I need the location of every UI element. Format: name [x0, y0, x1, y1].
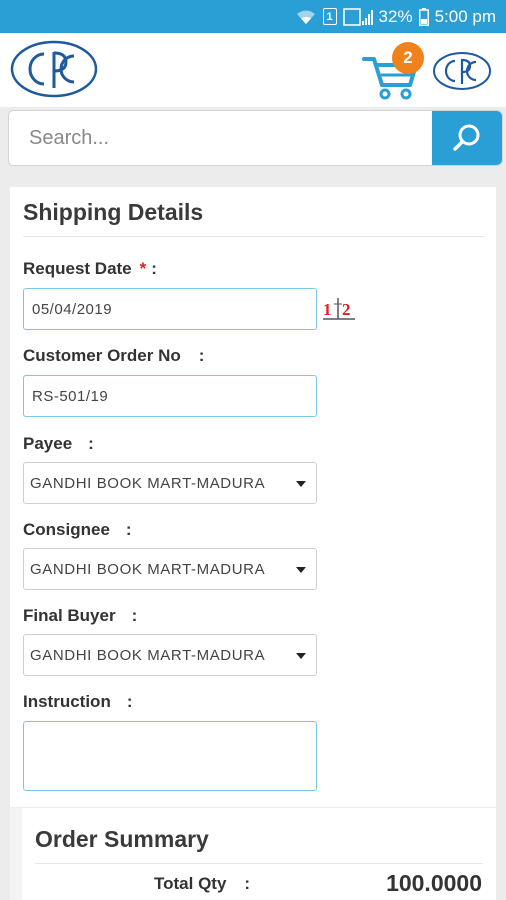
final-buyer-selected-value: GANDHI BOOK MART-MADURA [30, 646, 266, 664]
wifi-icon [296, 10, 315, 24]
request-date-input[interactable]: 05/04/2019 [23, 288, 317, 330]
cart-count-badge[interactable]: 2 [392, 42, 424, 74]
svg-text:2: 2 [342, 300, 351, 319]
total-qty-label: Total Qty: [154, 874, 251, 893]
customer-order-no-label: Customer Order No: [23, 346, 205, 365]
instruction-label: Instruction: [23, 692, 133, 711]
search-bar [8, 110, 503, 166]
battery-percent: 32% [378, 6, 413, 26]
shipping-details-card: Shipping Details Request Date *: 05/04/20… [10, 187, 496, 807]
svg-text:1: 1 [323, 300, 332, 319]
consignee-label: Consignee: [23, 520, 132, 539]
battery-icon [418, 7, 429, 26]
status-time: 5:00 pm [434, 6, 496, 26]
status-bar: 1 32% 5:00 pm [0, 0, 506, 33]
dropdown-caret-icon [296, 481, 306, 487]
cpc-logo[interactable] [10, 40, 98, 98]
divider [23, 236, 484, 237]
app-header: 2 [0, 33, 506, 107]
consignee-select[interactable]: GANDHI BOOK MART-MADURA [23, 548, 317, 590]
request-date-label: Request Date *: [23, 259, 157, 278]
sim-icon: 1 [322, 8, 337, 25]
payee-select[interactable]: GANDHI BOOK MART-MADURA [23, 462, 317, 504]
customer-order-no-input[interactable]: RS-501/19 [23, 375, 317, 417]
payee-label: Payee: [23, 434, 94, 453]
signal-icon [342, 7, 373, 26]
order-summary-card: Order Summary Total Qty: 100.0000 [22, 808, 496, 900]
instruction-textarea[interactable] [23, 721, 317, 791]
search-icon [453, 124, 480, 151]
search-button[interactable] [432, 111, 502, 165]
required-marker: * [139, 259, 147, 278]
order-summary-section: Order Summary Total Qty: 100.0000 [10, 808, 496, 900]
consignee-selected-value: GANDHI BOOK MART-MADURA [30, 560, 266, 578]
final-buyer-label: Final Buyer: [23, 606, 138, 625]
payee-selected-value: GANDHI BOOK MART-MADURA [30, 474, 266, 492]
divider [35, 863, 483, 864]
dropdown-caret-icon [296, 653, 306, 659]
final-buyer-select[interactable]: GANDHI BOOK MART-MADURA [23, 634, 317, 676]
cpc-logo-small[interactable] [432, 51, 492, 91]
dropdown-caret-icon [296, 567, 306, 573]
section-title: Shipping Details [23, 199, 204, 225]
order-summary-title: Order Summary [35, 826, 209, 852]
calendar-icon[interactable]: 1 2 [322, 297, 356, 321]
total-qty-value: 100.0000 [386, 870, 482, 896]
search-input[interactable] [9, 111, 432, 165]
